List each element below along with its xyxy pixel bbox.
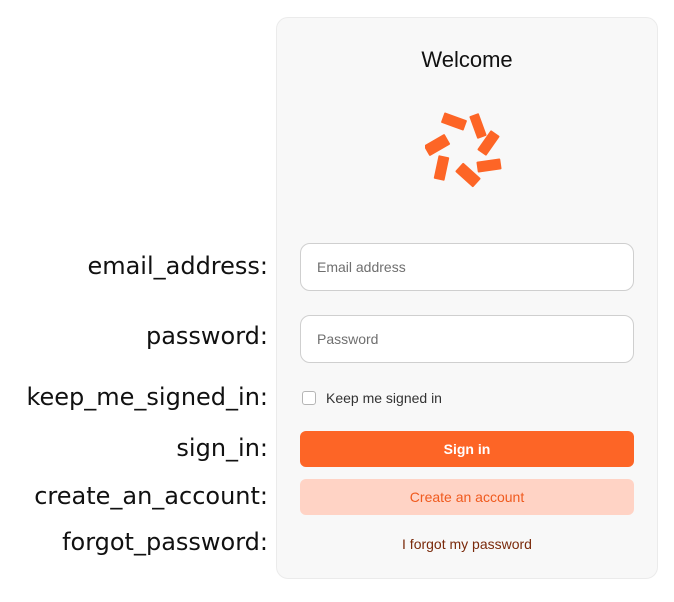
email-field[interactable] <box>300 243 634 291</box>
create-account-button[interactable]: Create an account <box>300 479 634 515</box>
forgot-password-link[interactable]: I forgot my password <box>277 536 657 552</box>
create-an-account-annotation-label: create_an_account: <box>34 482 268 510</box>
keep-me-signed-in-checkbox[interactable] <box>302 391 316 405</box>
sign-in-annotation-label: sign_in: <box>176 434 268 462</box>
password-annotation-label: password: <box>145 322 268 350</box>
login-card: Welcome Keep me signed in Sign in Create… <box>276 17 658 579</box>
create-account-button-label: Create an account <box>409 489 525 505</box>
orange-spinner-logo-icon <box>425 112 502 188</box>
sign-in-button[interactable]: Sign in <box>300 431 634 467</box>
sign-in-button-label: Sign in <box>443 441 491 457</box>
password-field[interactable] <box>300 315 634 363</box>
keep-me-signed-in-annotation-label: keep_me_signed_in: <box>26 383 268 411</box>
keep-me-signed-in-label: Keep me signed in <box>326 390 442 406</box>
keep-me-signed-in-row[interactable]: Keep me signed in <box>302 389 442 407</box>
email-address-annotation-label: email_address: <box>87 252 268 280</box>
forgot-password-annotation-label: forgot_password: <box>62 528 268 556</box>
page-title: Welcome <box>421 47 513 72</box>
